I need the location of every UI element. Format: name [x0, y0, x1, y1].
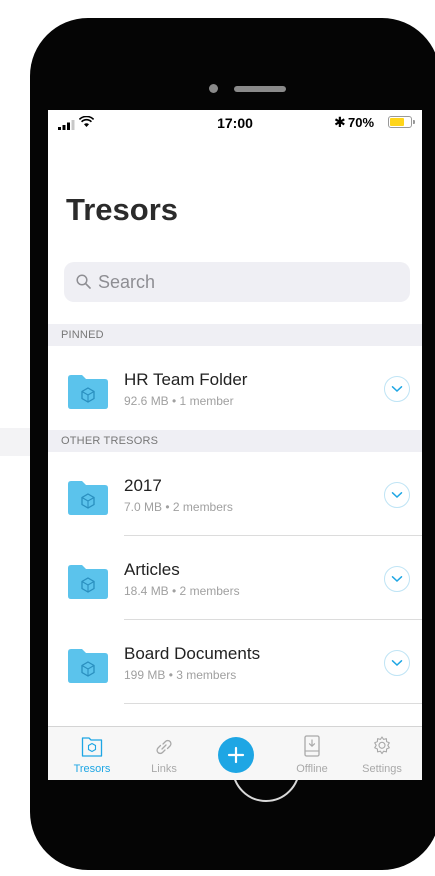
battery-level-fill [390, 118, 404, 126]
tresor-name: HR Team Folder [124, 370, 248, 389]
tab-bar: Tresors Links Offline Settings [48, 726, 422, 780]
search-icon [76, 274, 91, 289]
tresor-name: Articles [124, 560, 180, 579]
link-icon [156, 739, 172, 755]
tresor-folder-icon [68, 565, 108, 599]
status-bar: 17:00 ✱ 70% [48, 110, 422, 134]
chevron-down-icon [391, 660, 403, 667]
tresor-folder-icon [81, 737, 103, 757]
tab-links[interactable]: Links [134, 727, 194, 780]
chevron-down-icon [391, 386, 403, 393]
bluetooth-icon: ✱ [334, 114, 346, 130]
expand-chevron-button[interactable] [384, 566, 410, 592]
front-camera [209, 84, 218, 93]
tab-label: Tresors [73, 763, 111, 775]
section-header-pinned: PINNED [48, 324, 422, 346]
earpiece-speaker [234, 86, 286, 92]
add-button[interactable] [218, 737, 254, 773]
plus-icon [227, 746, 245, 764]
tresor-row-2017[interactable]: 2017 7.0 MB • 2 members [48, 452, 422, 536]
tab-offline[interactable]: Offline [282, 727, 342, 780]
tresor-row-board-documents[interactable]: Board Documents 199 MB • 3 members [48, 620, 422, 704]
gear-icon [374, 736, 390, 755]
tab-label: Links [151, 763, 177, 775]
app-screen: 17:00 ✱ 70% Tresors PINNED HR Team Folde… [48, 110, 422, 780]
tresor-folder-icon [68, 481, 108, 515]
page-title: Tresors [66, 192, 179, 227]
tresor-meta: 92.6 MB • 1 member [124, 394, 234, 408]
tab-settings[interactable]: Settings [352, 727, 412, 780]
tresor-folder-icon [68, 649, 108, 683]
battery-icon [388, 116, 412, 128]
tab-label: Settings [362, 763, 402, 775]
tresor-name: Board Documents [124, 644, 261, 663]
chevron-down-icon [391, 576, 403, 583]
tresor-row-hr-team-folder[interactable]: HR Team Folder 92.6 MB • 1 member [48, 346, 422, 430]
tresor-folder-icon [68, 375, 108, 409]
tab-label: Offline [296, 763, 328, 775]
battery-percentage: 70% [348, 115, 375, 130]
battery-tip [413, 120, 415, 124]
search-input[interactable] [98, 269, 398, 295]
chevron-down-icon [391, 492, 403, 499]
search-bar[interactable] [64, 262, 410, 302]
tresor-row-articles[interactable]: Articles 18.4 MB • 2 members [48, 536, 422, 620]
expand-chevron-button[interactable] [384, 376, 410, 402]
expand-chevron-button[interactable] [384, 650, 410, 676]
offline-download-icon [304, 735, 320, 757]
tresor-meta: 18.4 MB • 2 members [124, 584, 240, 598]
tresor-meta: 7.0 MB • 2 members [124, 500, 233, 514]
tresor-name: 2017 [124, 476, 162, 495]
section-header-other: OTHER TRESORS [48, 430, 422, 452]
tab-tresors[interactable]: Tresors [62, 727, 122, 780]
tresor-meta: 199 MB • 3 members [124, 668, 237, 682]
row-divider [124, 703, 422, 704]
expand-chevron-button[interactable] [384, 482, 410, 508]
